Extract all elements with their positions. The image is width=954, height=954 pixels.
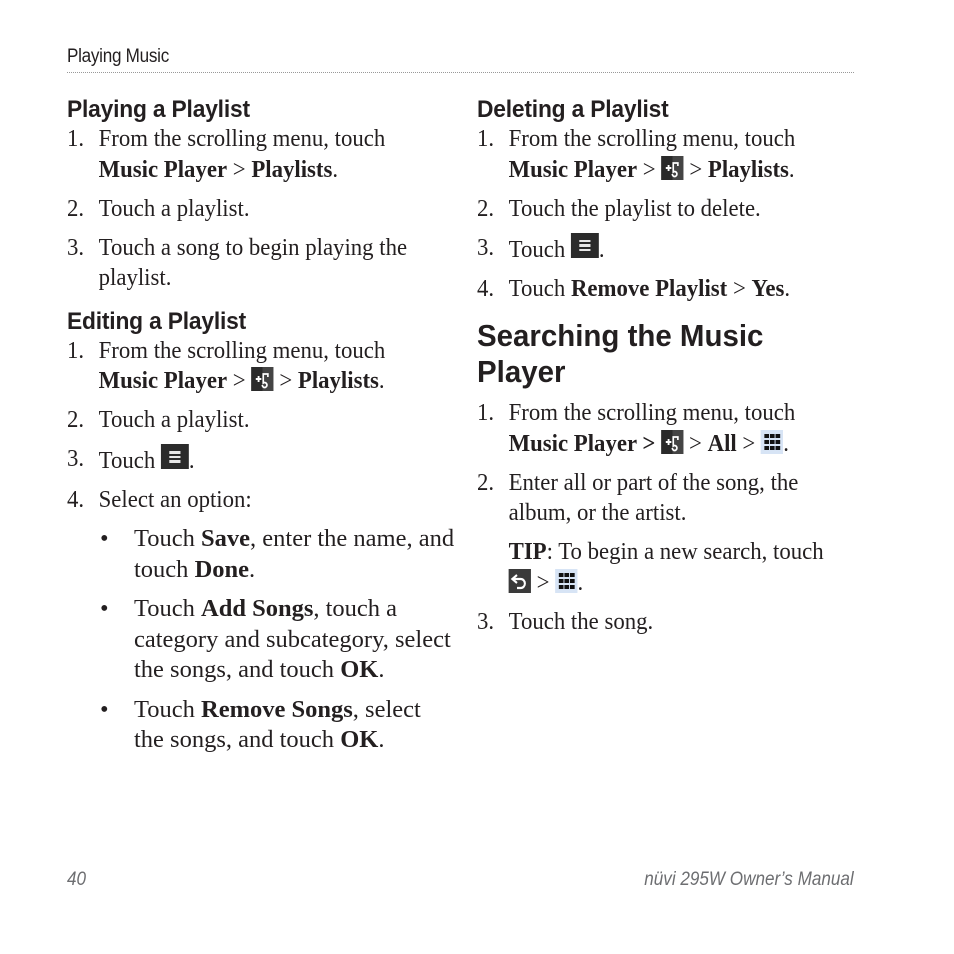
left-column: Playing a Playlist 1. From the scrolling… [67,96,457,765]
bullet-item: • Touch Save, enter the name, and touch … [100,525,455,583]
list-item: 2. Touch the playlist to delete. [477,194,761,222]
manual-title: nüvi 295W Owner’s Manual [644,869,854,890]
heading-deleting-playlist: Deleting a Playlist [477,96,669,123]
heading-playing-playlist: Playing a Playlist [67,96,250,123]
list-item: 4. Touch Remove Playlist > Yes. [477,274,791,302]
list-item: 1. From the scrolling menu, touch Music … [67,336,386,395]
list-item: 1. From the scrolling menu, touch Music … [477,399,796,457]
music-options-icon [661,429,684,454]
heading-searching-music-player: Searching the Music Player [477,318,764,389]
list-item: 3. Touch a song to begin playing the pla… [67,233,408,292]
bullet-item: • Touch Add Songs, touch a category and … [100,595,451,683]
list-item: 3. Touch . [477,232,605,263]
list-item: 1. From the scrolling menu, touch Music … [477,125,796,183]
keyboard-grid-icon [555,568,578,593]
bullet-item: • Touch Remove Songs, select the songs, … [100,695,421,754]
menu-icon [160,444,189,469]
tip-note: TIP: To begin a new search, touch > . [508,538,824,596]
list-item: 2. Touch a playlist. [67,194,250,222]
menu-icon [570,232,599,258]
header-rule [67,72,854,73]
list-item: 1. From the scrolling menu, touch Music … [67,125,386,183]
page-number: 40 [67,869,87,890]
right-column: Deleting a Playlist 1. From the scrollin… [477,96,857,646]
music-options-icon [661,155,684,180]
list-item: 3. Touch the song. [477,607,654,635]
list-item: 2. Enter all or part of the song, the al… [477,468,799,527]
heading-editing-playlist: Editing a Playlist [67,307,247,335]
list-item: 3. Touch . [67,444,195,474]
list-item: 4. Select an option: [67,486,252,513]
music-options-icon [251,367,274,391]
list-item: 2. Touch a playlist. [67,406,250,433]
running-header: Playing Music [67,46,169,67]
keyboard-grid-icon [760,429,784,454]
back-icon [508,568,531,593]
